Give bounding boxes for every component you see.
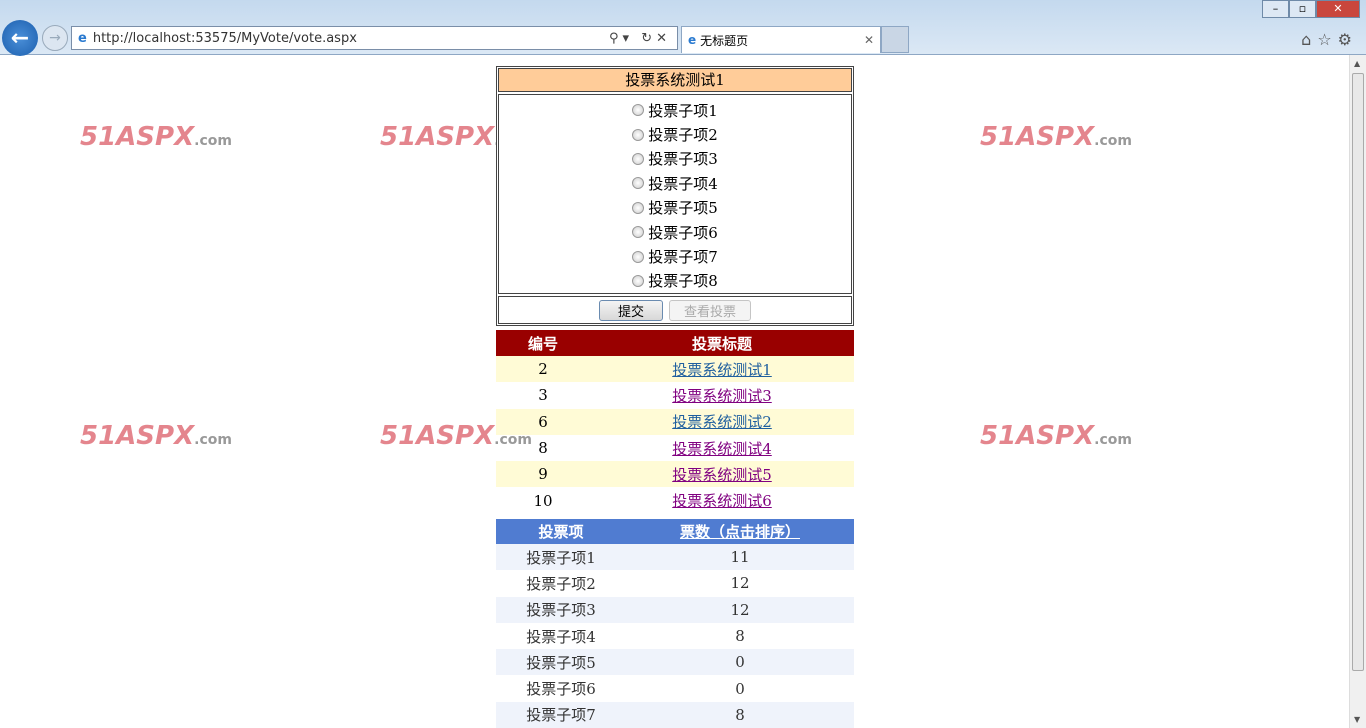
vote-option[interactable]: 投票子项6: [499, 220, 851, 244]
radio-button[interactable]: [632, 104, 645, 117]
table-row: 投票子项1 11: [496, 544, 854, 571]
poll-link[interactable]: 投票系统测试3: [672, 387, 772, 405]
table-row: 6 投票系统测试2: [496, 408, 854, 435]
scrollbar-thumb[interactable]: [1352, 73, 1364, 671]
table-row: 投票子项3 12: [496, 596, 854, 623]
forward-button[interactable]: →: [42, 25, 68, 51]
poll-link[interactable]: 投票系统测试5: [672, 466, 772, 484]
home-icon[interactable]: ⌂: [1301, 30, 1317, 49]
column-header: 投票项: [496, 519, 626, 544]
scroll-down-icon[interactable]: ▼: [1354, 715, 1360, 724]
maximize-button[interactable]: ▫: [1289, 0, 1316, 18]
poll-link[interactable]: 投票系统测试4: [672, 440, 772, 458]
new-tab-button[interactable]: [881, 26, 909, 53]
address-tools-icons[interactable]: ⚲▾ ↻✕: [609, 31, 671, 46]
ie-icon: e: [78, 30, 87, 46]
poll-link[interactable]: 投票系统测试1: [672, 361, 772, 379]
table-row: 3 投票系统测试3: [538, 386, 772, 405]
table-row: 9 投票系统测试5: [496, 461, 854, 488]
ie-icon: e: [688, 33, 697, 47]
scroll-up-icon[interactable]: ▲: [1354, 59, 1360, 68]
url-text: http://localhost:53575/MyVote/vote.aspx: [92, 30, 357, 46]
radio-button[interactable]: [632, 201, 645, 214]
vote-option[interactable]: 投票子项7: [499, 244, 851, 268]
radio-button[interactable]: [632, 250, 645, 263]
polls-table: 编号 投票标题 2 投票系统测试1 3 投票系统测试3 6 投票系统测试2 8 投票系统测…: [496, 330, 854, 514]
vote-option[interactable]: 投票子项5: [499, 196, 851, 220]
column-header: 编号: [496, 330, 590, 356]
sort-by-count-link[interactable]: 票数（点击排序）: [680, 523, 800, 541]
vote-option[interactable]: 投票子项4: [499, 171, 851, 195]
vote-panel: 投票系统测试1 投票子项1 投票子项2 投票子项3 投票子项4 投票子项5 投票…: [496, 66, 854, 326]
back-button[interactable]: ←: [2, 20, 38, 56]
column-header: 投票标题: [590, 330, 854, 356]
poll-link[interactable]: 投票系统测试2: [672, 413, 772, 431]
close-window-button[interactable]: ✕: [1316, 0, 1360, 18]
radio-button[interactable]: [632, 152, 645, 165]
watermark-logo: 51ASPX.com: [80, 421, 232, 451]
table-row: 投票子项5 0: [496, 649, 854, 676]
table-row: 8 投票系统测试4: [538, 439, 772, 458]
tab-active[interactable]: e 无标题页 ✕: [681, 26, 881, 53]
close-tab-icon[interactable]: ✕: [864, 33, 874, 47]
table-row: 投票子项4 8: [526, 627, 745, 646]
gear-icon[interactable]: ⚙: [1338, 30, 1358, 49]
view-votes-button[interactable]: 查看投票: [669, 299, 752, 321]
address-bar[interactable]: e http://localhost:53575/MyVote/vote.asp…: [71, 26, 678, 50]
watermark-logo: 51ASPX.com: [980, 421, 1132, 451]
radio-button[interactable]: [632, 226, 645, 239]
table-row: 2 投票系统测试1: [496, 356, 854, 383]
vote-title: 投票系统测试1: [498, 68, 852, 92]
vertical-scrollbar[interactable]: ▲ ▼: [1349, 55, 1366, 728]
radio-button[interactable]: [632, 128, 645, 141]
results-table: 投票项 票数（点击排序） 投票子项1 11 投票子项2 12 投票子项3 12 投票子项…: [496, 519, 854, 728]
minimize-button[interactable]: –: [1262, 0, 1289, 18]
vote-options: 投票子项1 投票子项2 投票子项3 投票子项4 投票子项5 投票子项6 投票子项…: [498, 94, 852, 294]
vote-option[interactable]: 投票子项3: [499, 147, 851, 171]
toolbar-icons[interactable]: ⌂☆⚙: [1301, 30, 1358, 49]
poll-link[interactable]: 投票系统测试6: [672, 492, 772, 510]
table-row: 投票子项6 0: [526, 679, 745, 699]
radio-button[interactable]: [632, 274, 645, 287]
table-row: 投票子项2 12: [526, 574, 750, 593]
watermark-logo: 51ASPX.com: [80, 122, 232, 152]
star-icon[interactable]: ☆: [1317, 30, 1337, 49]
browser-chrome: ← → e http://localhost:53575/MyVote/vote…: [0, 0, 1366, 56]
vote-option[interactable]: 投票子项8: [499, 269, 851, 293]
radio-button[interactable]: [632, 177, 645, 190]
watermark-logo: 51ASPX.com: [980, 122, 1132, 152]
vote-option[interactable]: 投票子项2: [499, 122, 851, 146]
table-row: 10 投票系统测试6: [533, 491, 772, 511]
vote-option[interactable]: 投票子项1: [499, 98, 851, 122]
submit-button[interactable]: 提交: [598, 299, 663, 321]
table-row: 投票子项7 8: [496, 701, 854, 728]
tab-title: 无标题页: [700, 33, 749, 48]
